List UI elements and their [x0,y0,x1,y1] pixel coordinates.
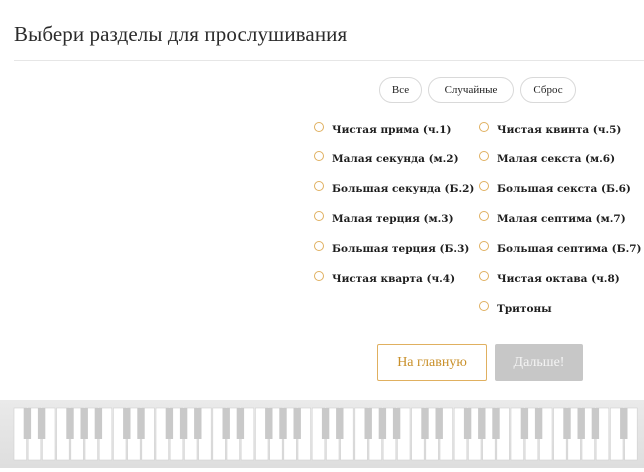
radio-icon[interactable] [479,211,489,221]
radio-icon[interactable] [479,271,489,281]
interval-option-M2[interactable]: Большая секунда (Б.2) [314,181,475,195]
piano-black-key [577,408,585,439]
interval-label: Большая септима (Б.7) [497,243,642,255]
piano-black-key [23,408,32,439]
interval-option-p8[interactable]: Чистая октава (ч.8) [479,271,620,285]
interval-label: Чистая прима (ч.1) [332,124,452,136]
radio-icon[interactable] [314,122,324,132]
interval-option-p5[interactable]: Чистая квинта (ч.5) [479,122,622,136]
piano-black-key [591,408,600,439]
piano-black-key [620,408,628,439]
home-button[interactable]: На главную [377,344,487,381]
interval-label: Большая секунда (Б.2) [332,183,475,195]
piano-black-key [94,408,103,439]
piano-black-key [563,408,571,439]
interval-option-m7[interactable]: Малая септима (м.7) [479,211,626,225]
interval-label: Малая секунда (м.2) [332,153,459,165]
select-all-button[interactable]: Все [379,77,422,103]
radio-icon[interactable] [314,241,324,251]
radio-icon[interactable] [314,271,324,281]
piano-keyboard-graphic [13,407,638,461]
interval-label: Чистая октава (ч.8) [497,273,620,285]
piano-black-key [236,408,245,439]
piano-black-key [80,408,88,439]
piano-black-key [123,408,131,439]
interval-option-p4[interactable]: Чистая кварта (ч.4) [314,271,456,285]
piano-black-key [222,408,230,439]
interval-option-p1[interactable]: Чистая прима (ч.1) [314,122,452,136]
piano-keyboard-icon [0,400,644,468]
piano-black-key [179,408,188,439]
radio-icon[interactable] [479,122,489,132]
interval-label: Большая секста (Б.6) [497,183,631,195]
title-divider [14,60,644,61]
interval-option-M7[interactable]: Большая септима (Б.7) [479,241,642,255]
interval-label: Чистая квинта (ч.5) [497,124,622,136]
piano-black-key [321,408,330,439]
piano-black-key [293,408,301,439]
piano-black-key [279,408,287,439]
piano-black-key [520,408,529,439]
interval-label: Малая септима (м.7) [497,213,626,225]
radio-icon[interactable] [314,151,324,161]
piano-black-key [492,408,500,439]
piano-black-key [534,408,543,439]
piano-black-key [364,408,372,439]
interval-option-m3[interactable]: Малая терция (м.3) [314,211,454,225]
interval-label: Тритоны [497,303,552,315]
interval-option-m6[interactable]: Малая секста (м.6) [479,151,616,165]
piano-black-key [194,408,202,439]
interval-label: Малая секста (м.6) [497,153,616,165]
next-button[interactable]: Дальше! [495,344,583,381]
interval-label: Малая терция (м.3) [332,213,454,225]
radio-icon[interactable] [479,181,489,191]
radio-icon[interactable] [314,181,324,191]
piano-black-key [37,408,46,439]
radio-icon[interactable] [314,211,324,221]
radio-icon[interactable] [479,151,489,161]
piano-black-key [435,408,443,439]
piano-black-key [66,408,74,439]
piano-black-key [392,408,401,439]
interval-label: Большая терция (Б.3) [332,243,470,255]
random-button[interactable]: Случайные [428,77,514,103]
piano-black-key [165,408,174,439]
page-title: Выбери разделы для прослушивания [14,22,348,46]
interval-label: Чистая кварта (ч.4) [332,273,456,285]
piano-black-key [378,408,387,439]
interval-option-tritone[interactable]: Тритоны [479,301,552,315]
piano-black-key [478,408,486,439]
interval-option-M3[interactable]: Большая терция (Б.3) [314,241,470,255]
radio-icon[interactable] [479,241,489,251]
piano-black-key [463,408,472,439]
radio-icon[interactable] [479,301,489,311]
piano-black-key [265,408,273,439]
piano-black-key [137,408,145,439]
interval-option-M6[interactable]: Большая секста (Б.6) [479,181,631,195]
piano-black-key [336,408,344,439]
piano-black-key [421,408,429,439]
interval-option-m2[interactable]: Малая секунда (м.2) [314,151,459,165]
reset-button[interactable]: Сброс [520,77,576,103]
